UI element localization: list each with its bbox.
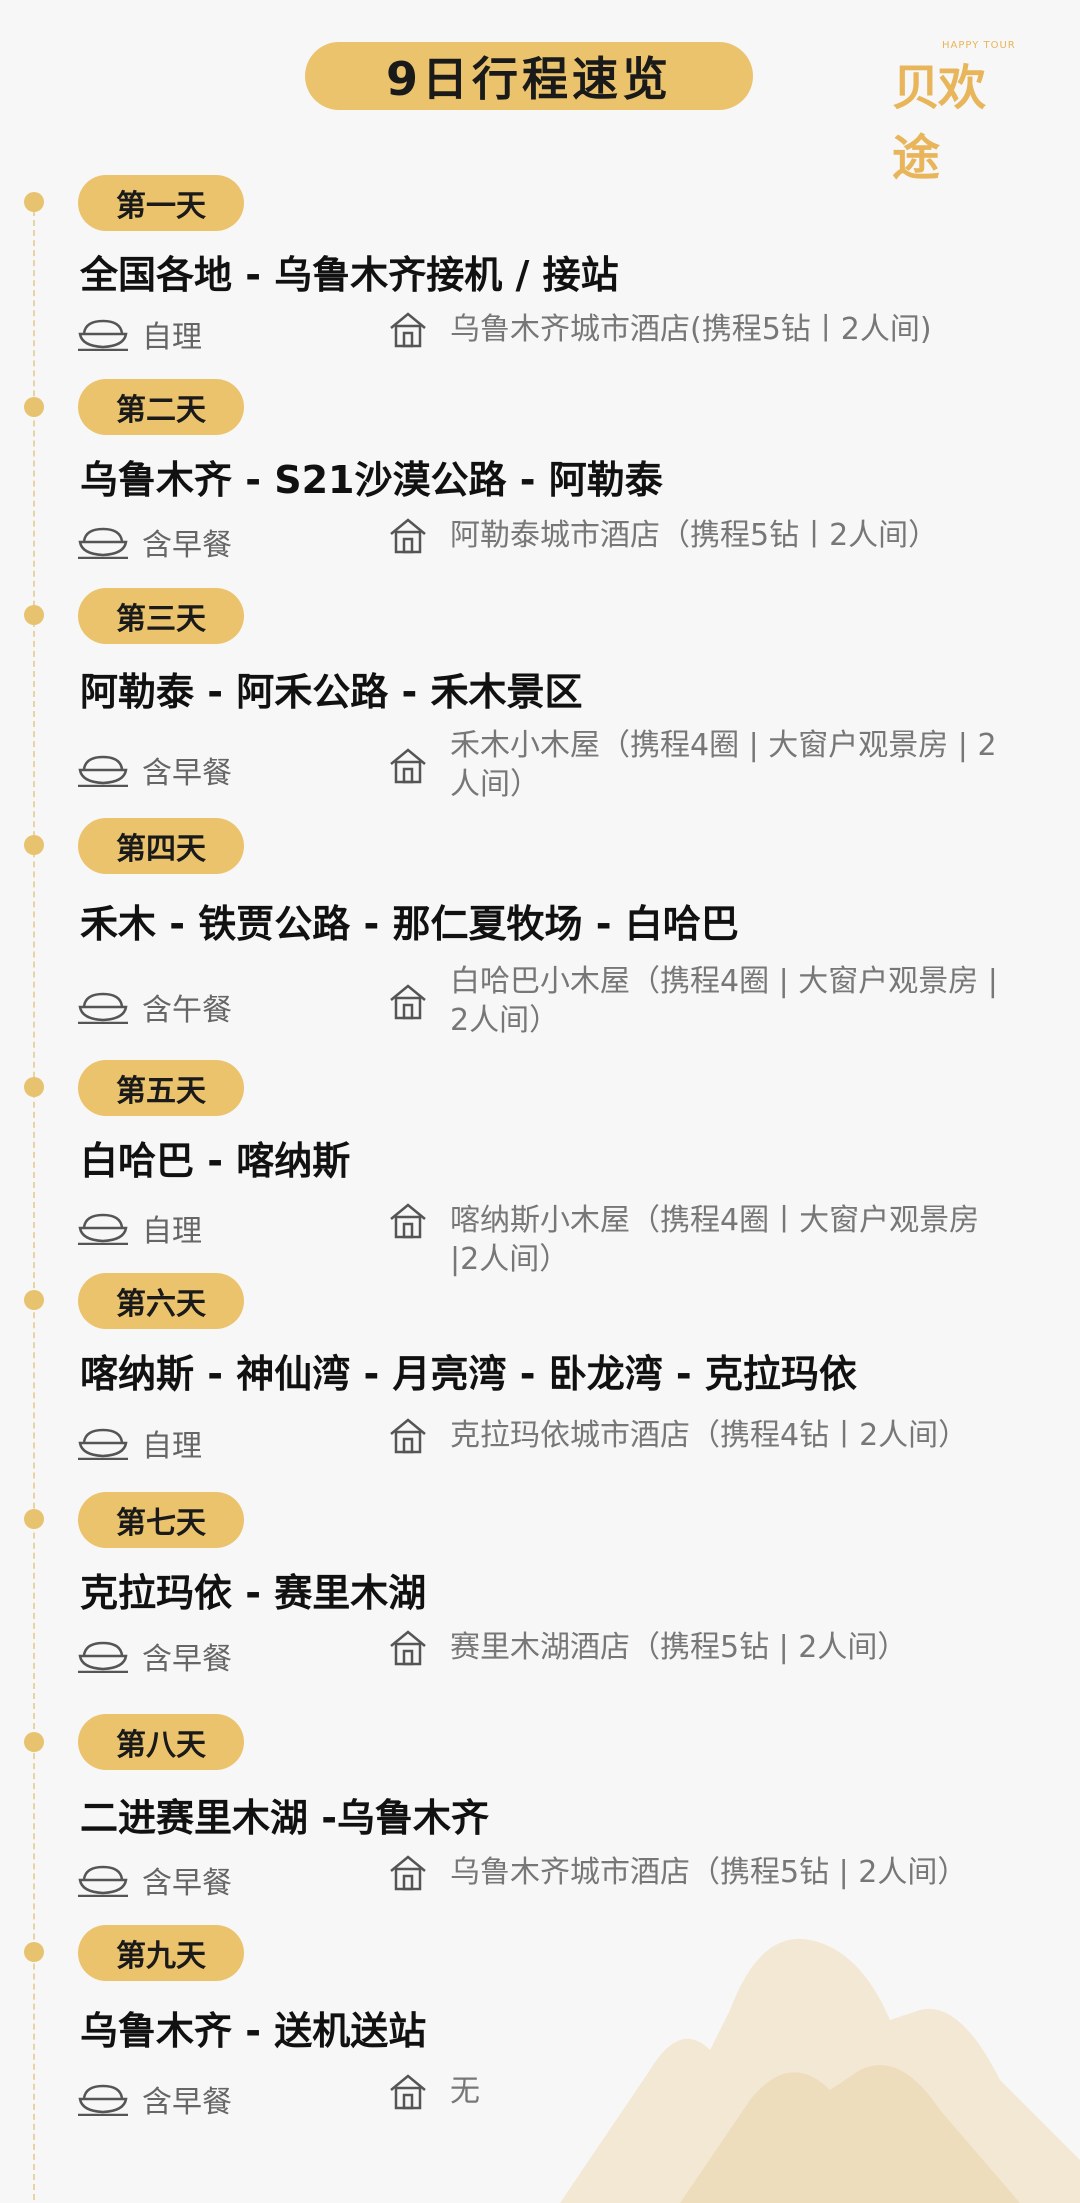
timeline-dot bbox=[24, 1732, 44, 1752]
rice-bowl-icon bbox=[78, 1641, 128, 1673]
meal-text: 含早餐 bbox=[142, 756, 232, 791]
meal-info: 含午餐 bbox=[78, 985, 232, 1029]
hotel-info: 克拉玛依城市酒店（携程4钻丨2人间） bbox=[388, 1416, 1010, 1455]
logo-text: 贝欢途 bbox=[892, 60, 986, 186]
day-label: 第七天 bbox=[78, 1492, 244, 1548]
timeline-dot bbox=[24, 1290, 44, 1310]
timeline-line bbox=[33, 200, 35, 2200]
hotel-text: 禾木小木屋（携程4圈 | 大窗户观景房 | 2人间） bbox=[450, 728, 997, 802]
timeline-dot bbox=[24, 1077, 44, 1097]
hotel-text: 乌鲁木齐城市酒店（携程5钻 | 2人间） bbox=[450, 1855, 968, 1890]
house-icon bbox=[390, 518, 426, 554]
hotel-text: 无 bbox=[450, 2074, 480, 2109]
hotel-info: 乌鲁木齐城市酒店（携程5钻 | 2人间） bbox=[388, 1853, 1010, 1892]
meal-info: 含早餐 bbox=[78, 1858, 232, 1902]
hotel-text: 赛里木湖酒店（携程5钻 | 2人间） bbox=[450, 1630, 908, 1665]
house-icon bbox=[390, 1630, 426, 1666]
rice-bowl-icon bbox=[78, 755, 128, 787]
meal-text: 自理 bbox=[142, 320, 202, 355]
rice-bowl-icon bbox=[78, 1865, 128, 1897]
brand-logo: HAPPY TOUR 贝欢途 bbox=[892, 40, 1022, 186]
meal-info: 含早餐 bbox=[78, 2077, 232, 2121]
meal-text: 含早餐 bbox=[142, 1642, 232, 1677]
route-title: 乌鲁木齐 - S21沙漠公路 - 阿勒泰 bbox=[80, 458, 663, 502]
house-icon bbox=[390, 1203, 426, 1239]
rice-bowl-icon bbox=[78, 1428, 128, 1460]
meal-info: 含早餐 bbox=[78, 1634, 232, 1678]
hotel-info: 无 bbox=[388, 2072, 1010, 2111]
rice-bowl-icon bbox=[78, 527, 128, 559]
hotel-info: 乌鲁木齐城市酒店(携程5钻丨2人间) bbox=[388, 310, 1010, 349]
rice-bowl-icon bbox=[78, 992, 128, 1024]
route-title: 阿勒泰 - 阿禾公路 - 禾木景区 bbox=[80, 670, 583, 714]
meal-info: 自理 bbox=[78, 1421, 202, 1465]
page-title: 9日行程速览 bbox=[305, 42, 753, 110]
route-title: 喀纳斯 - 神仙湾 - 月亮湾 - 卧龙湾 - 克拉玛依 bbox=[80, 1352, 857, 1396]
house-icon bbox=[390, 748, 426, 784]
hotel-info: 白哈巴小木屋（携程4圈 | 大窗户观景房 | 2人间） bbox=[388, 962, 1010, 1040]
rice-bowl-icon bbox=[78, 2084, 128, 2116]
meal-info: 自理 bbox=[78, 312, 202, 356]
hotel-info: 禾木小木屋（携程4圈 | 大窗户观景房 | 2人间） bbox=[388, 726, 1010, 804]
timeline-dot bbox=[24, 1942, 44, 1962]
timeline-dot bbox=[24, 1509, 44, 1529]
day-label: 第八天 bbox=[78, 1714, 244, 1770]
meal-text: 含早餐 bbox=[142, 1866, 232, 1901]
house-icon bbox=[390, 984, 426, 1020]
meal-text: 含午餐 bbox=[142, 993, 232, 1028]
rice-bowl-icon bbox=[78, 1213, 128, 1245]
day-label: 第一天 bbox=[78, 175, 244, 231]
hotel-text: 白哈巴小木屋（携程4圈 | 大窗户观景房 | 2人间） bbox=[450, 964, 998, 1038]
hotel-text: 克拉玛依城市酒店（携程4钻丨2人间） bbox=[450, 1418, 969, 1453]
day-label: 第五天 bbox=[78, 1060, 244, 1116]
meal-info: 含早餐 bbox=[78, 748, 232, 792]
day-label: 第九天 bbox=[78, 1925, 244, 1981]
rice-bowl-icon bbox=[78, 319, 128, 351]
hotel-info: 阿勒泰城市酒店（携程5钻丨2人间） bbox=[388, 516, 1010, 555]
day-label: 第二天 bbox=[78, 379, 244, 435]
hotel-text: 喀纳斯小木屋（携程4圈丨大窗户观景房 |2人间） bbox=[450, 1203, 980, 1277]
route-title: 乌鲁木齐 - 送机送站 bbox=[80, 2009, 427, 2053]
day-label: 第四天 bbox=[78, 818, 244, 874]
timeline-dot bbox=[24, 192, 44, 212]
house-icon bbox=[390, 1418, 426, 1454]
timeline-dot bbox=[24, 605, 44, 625]
hotel-info: 赛里木湖酒店（携程5钻 | 2人间） bbox=[388, 1628, 1010, 1667]
meal-info: 自理 bbox=[78, 1206, 202, 1250]
meal-text: 含早餐 bbox=[142, 528, 232, 563]
route-title: 全国各地 - 乌鲁木齐接机 / 接站 bbox=[80, 253, 619, 297]
route-title: 白哈巴 - 喀纳斯 bbox=[80, 1139, 351, 1183]
meal-text: 自理 bbox=[142, 1429, 202, 1464]
route-title: 禾木 - 铁贾公路 - 那仁夏牧场 - 白哈巴 bbox=[80, 902, 739, 946]
day-label: 第三天 bbox=[78, 588, 244, 644]
hotel-text: 乌鲁木齐城市酒店(携程5钻丨2人间) bbox=[450, 312, 932, 347]
timeline-dot bbox=[24, 835, 44, 855]
house-icon bbox=[390, 2074, 426, 2110]
house-icon bbox=[390, 312, 426, 348]
hotel-info: 喀纳斯小木屋（携程4圈丨大窗户观景房 |2人间） bbox=[388, 1201, 1010, 1279]
hotel-text: 阿勒泰城市酒店（携程5钻丨2人间） bbox=[450, 518, 939, 553]
house-icon bbox=[390, 1855, 426, 1891]
day-label: 第六天 bbox=[78, 1273, 244, 1329]
meal-info: 含早餐 bbox=[78, 520, 232, 564]
mountain-illustration bbox=[560, 1938, 1080, 2203]
route-title: 克拉玛依 - 赛里木湖 bbox=[80, 1571, 427, 1615]
timeline-dot bbox=[24, 397, 44, 417]
meal-text: 含早餐 bbox=[142, 2085, 232, 2120]
meal-text: 自理 bbox=[142, 1214, 202, 1249]
route-title: 二进赛里木湖 -乌鲁木齐 bbox=[80, 1796, 490, 1840]
